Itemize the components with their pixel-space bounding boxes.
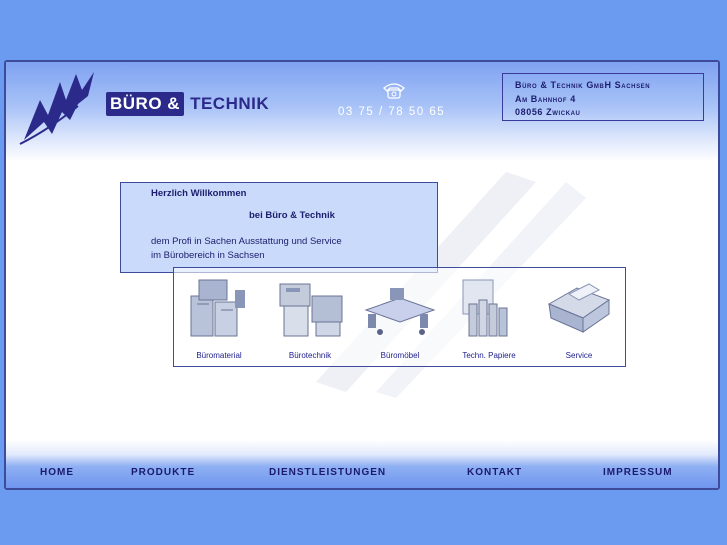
nav-produkte[interactable]: PRODUKTE xyxy=(131,467,195,478)
logo-swoosh-icon xyxy=(19,72,94,145)
product-label: Bürotechnik xyxy=(288,351,332,360)
product-techn-papiere[interactable]: Techn. Papiere xyxy=(444,274,534,364)
nav-impressum[interactable]: IMPRESSUM xyxy=(603,467,673,478)
header: BÜRO & TECHNIK 03 75 / 78 50 65 Büro & T… xyxy=(6,62,718,162)
phone-number: 03 75 / 78 50 65 xyxy=(338,106,446,118)
product-buerotechnik[interactable]: Bürotechnik xyxy=(265,274,355,364)
address-box: Büro & Technik GmbH Sachsen Am Bahnhof 4… xyxy=(502,73,704,121)
product-bueromaterial[interactable]: Büromaterial xyxy=(174,274,264,364)
nav-kontakt[interactable]: KONTAKT xyxy=(467,467,522,478)
product-label: Techn. Papiere xyxy=(462,351,516,360)
product-panel: Büromaterial Bürotechnik Büromöbel Techn… xyxy=(173,267,626,367)
street: Am Bahnhof 4 xyxy=(515,93,576,104)
brand-part1: BÜRO & xyxy=(106,92,185,116)
service-printer-icon xyxy=(547,283,611,333)
product-bueromoebel[interactable]: Büromöbel xyxy=(355,274,445,364)
brand-part2: TECHNIK xyxy=(190,94,270,113)
paper-rolls-icon xyxy=(462,279,508,337)
city: 08056 Zwickau xyxy=(515,107,581,117)
nav-home[interactable]: HOME xyxy=(40,467,74,478)
welcome-heading: Herzlich Willkommen xyxy=(151,188,247,199)
company-name: Büro & Technik GmbH Sachsen xyxy=(515,80,651,90)
brand-name: BÜRO & TECHNIK xyxy=(106,92,269,116)
welcome-box: Herzlich Willkommen bei Büro & Technik d… xyxy=(120,182,438,273)
office-furniture-icon xyxy=(364,288,436,335)
product-service[interactable]: Service xyxy=(534,274,624,364)
main-frame: BÜRO & TECHNIK 03 75 / 78 50 65 Büro & T… xyxy=(4,60,720,490)
office-machines-icon xyxy=(279,283,343,337)
welcome-text-line2: im Bürobereich in Sachsen xyxy=(151,250,265,261)
welcome-text-line1: dem Profi in Sachen Ausstattung und Serv… xyxy=(151,236,342,247)
navigation-bar: HOME PRODUKTE DIENSTLEISTUNGEN KONTAKT I… xyxy=(6,440,718,488)
office-supplies-icon xyxy=(190,279,245,337)
product-label: Service xyxy=(565,351,593,360)
telephone-icon xyxy=(383,83,405,99)
product-label: Büromaterial xyxy=(196,351,242,360)
welcome-subheading: bei Büro & Technik xyxy=(249,210,335,221)
product-label: Büromöbel xyxy=(380,351,420,360)
nav-dienstleistungen[interactable]: DIENSTLEISTUNGEN xyxy=(269,467,386,478)
